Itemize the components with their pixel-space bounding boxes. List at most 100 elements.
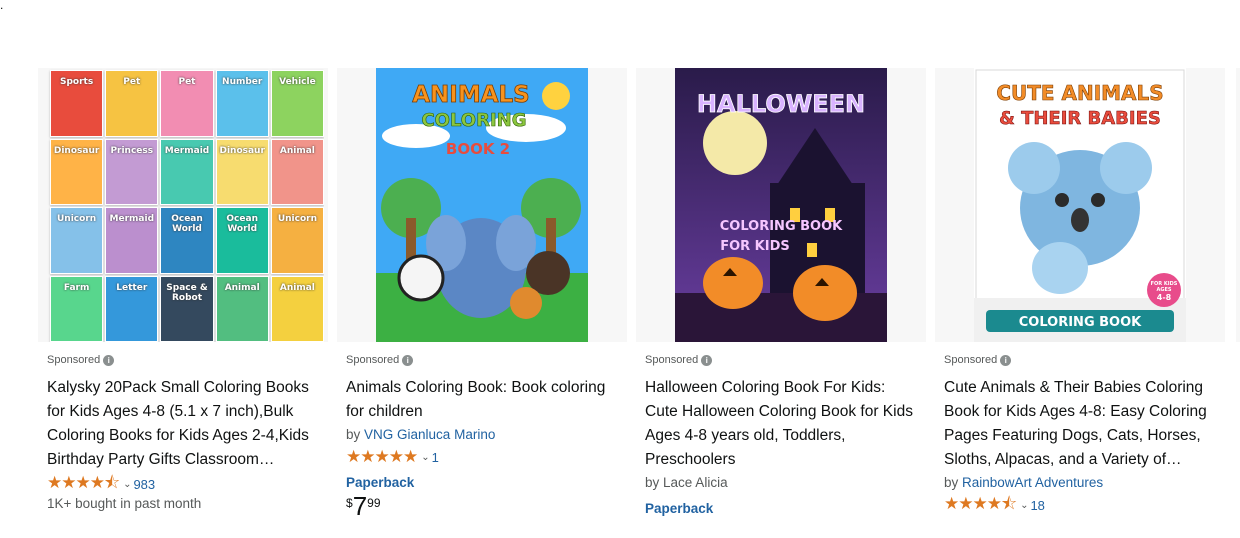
- author-link[interactable]: RainbowArt Adventures: [962, 475, 1103, 490]
- mini-book-title: Number: [222, 77, 263, 87]
- format-link[interactable]: Paperback: [645, 501, 917, 516]
- sponsored-text: Sponsored: [47, 354, 101, 366]
- mini-book-cover: Ocean World: [215, 207, 269, 274]
- rating-row[interactable]: ★★★★★ ⌄ 1: [346, 447, 618, 467]
- mini-book-cover: Unicorn: [270, 207, 324, 274]
- mini-book-cover: Pet: [105, 70, 159, 137]
- cover-title-line3: FOR KIDS: [720, 239, 790, 254]
- sponsored-label[interactable]: Sponsored i: [346, 352, 618, 368]
- product-title[interactable]: Kalysky 20Pack Small Coloring Books for …: [47, 376, 319, 472]
- mini-book-title: Pet: [123, 77, 141, 87]
- cover-title-line2: & THEIR BABIES: [999, 108, 1161, 129]
- mini-book-cover: Sports: [50, 70, 104, 137]
- star-rating-icon[interactable]: ★★★★★: [346, 447, 418, 467]
- star-rating-icon[interactable]: ★★★★⯪: [944, 491, 1017, 520]
- product-cover-image[interactable]: ANIMALS COLORING BOOK 2: [376, 68, 588, 342]
- format-link[interactable]: Paperback: [346, 475, 618, 490]
- product-image-box[interactable]: HALLOWEEN COLORING BOOK FOR KIDS: [636, 68, 926, 342]
- by-prefix: by: [346, 427, 361, 442]
- price-fraction: 99: [367, 496, 381, 510]
- rating-row[interactable]: ★★★★⯪ ⌄ 18: [944, 494, 1216, 515]
- mini-book-title: Dinosaur: [219, 145, 265, 156]
- mini-book-title: Ocean World: [171, 214, 203, 234]
- mini-book-cover: Unicorn: [50, 207, 104, 274]
- sponsored-label[interactable]: Sponsored i: [645, 352, 917, 368]
- mini-book-cover: Vehicle: [270, 70, 324, 137]
- product-cover-image[interactable]: Sports Pet Pet Number Vehicle Dinosaur Princes…: [42, 68, 324, 342]
- info-icon[interactable]: i: [402, 354, 414, 366]
- mini-book-cover: Letter: [105, 275, 159, 342]
- mini-book-cover: Number: [215, 70, 269, 137]
- mini-book-title: Animal: [279, 282, 315, 293]
- next-product-card-edge[interactable]: [1236, 68, 1240, 342]
- mini-book-title: Vehicle: [279, 77, 316, 87]
- mini-book-cover: Space & Robot: [160, 275, 214, 342]
- product-card[interactable]: ANIMALS COLORING BOOK 2 Sponsored i Anim…: [337, 68, 627, 538]
- cover-bottom-banner: COLORING BOOK: [1019, 315, 1142, 330]
- mini-book-title: Space & Robot: [166, 282, 208, 303]
- cover-title-line2: COLORING: [421, 110, 526, 131]
- by-prefix: by: [944, 475, 959, 490]
- product-title[interactable]: Animals Coloring Book: Book coloring for…: [346, 376, 618, 424]
- chevron-down-icon[interactable]: ⌄: [421, 452, 429, 463]
- product-title[interactable]: Cute Animals & Their Babies Coloring Boo…: [944, 376, 1216, 472]
- mini-book-title: Mermaid: [164, 145, 210, 156]
- cover-title-line2: COLORING BOOK: [720, 219, 843, 234]
- sponsored-label[interactable]: Sponsored i: [944, 352, 1216, 368]
- product-image-box[interactable]: Sports Pet Pet Number Vehicle Dinosaur Princes…: [38, 68, 328, 342]
- review-count[interactable]: 983: [133, 477, 155, 492]
- mini-book-cover: Farm: [50, 275, 104, 342]
- price-symbol: $: [346, 496, 353, 510]
- sponsored-text: Sponsored: [346, 354, 400, 366]
- top-dot: .: [0, 0, 4, 12]
- by-prefix: by: [645, 475, 660, 490]
- mini-book-cover: Animal: [270, 275, 324, 342]
- mini-book-title: Princess: [110, 145, 154, 156]
- info-icon[interactable]: i: [701, 354, 713, 366]
- cover-title-line3: BOOK 2: [446, 140, 510, 158]
- chevron-down-icon[interactable]: ⌄: [1020, 500, 1028, 511]
- cover-age-badge-line3: 4-8: [1157, 293, 1172, 302]
- author-link[interactable]: VNG Gianluca Marino: [364, 427, 495, 442]
- product-card[interactable]: Sports Pet Pet Number Vehicle Dinosaur Princes…: [38, 68, 328, 538]
- product-card[interactable]: HALLOWEEN COLORING BOOK FOR KIDS Sponsor…: [636, 68, 926, 538]
- product-image-box[interactable]: CUTE ANIMALS & THEIR BABIES COLORING BOO…: [935, 68, 1225, 342]
- mini-book-cover: Pet: [160, 70, 214, 137]
- mini-book-cover: Mermaid: [105, 207, 159, 274]
- review-count[interactable]: 1: [432, 450, 439, 465]
- chevron-down-icon[interactable]: ⌄: [123, 479, 131, 490]
- product-carousel: Sports Pet Pet Number Vehicle Dinosaur Princes…: [38, 68, 1225, 538]
- mini-book-cover: Princess: [105, 138, 159, 205]
- sponsored-text: Sponsored: [944, 354, 998, 366]
- mini-book-title: Farm: [63, 282, 90, 293]
- product-title[interactable]: Halloween Coloring Book For Kids: Cute H…: [645, 376, 917, 472]
- mini-book-title: Sports: [59, 77, 94, 87]
- mini-book-cover: Animal: [215, 275, 269, 342]
- mini-book-title: Ocean World: [226, 214, 258, 234]
- price-whole: 7: [352, 491, 368, 521]
- mini-book-cover: Animal: [270, 138, 324, 205]
- mini-book-cover: Dinosaur: [215, 138, 269, 205]
- mini-book-title: Animal: [279, 145, 315, 156]
- mini-book-cover: Mermaid: [160, 138, 214, 205]
- author-line: by VNG Gianluca Marino: [346, 425, 618, 445]
- author-name: Lace Alicia: [663, 475, 728, 490]
- product-image-box[interactable]: ANIMALS COLORING BOOK 2: [337, 68, 627, 342]
- product-card[interactable]: CUTE ANIMALS & THEIR BABIES COLORING BOO…: [935, 68, 1225, 538]
- price[interactable]: $ 7 99: [346, 492, 618, 520]
- info-icon[interactable]: i: [103, 354, 115, 366]
- product-cover-image[interactable]: HALLOWEEN COLORING BOOK FOR KIDS: [675, 68, 887, 342]
- mini-book-cover: Ocean World: [160, 207, 214, 274]
- info-icon[interactable]: i: [1000, 354, 1012, 366]
- mini-book-title: Letter: [116, 282, 148, 293]
- rating-row[interactable]: ★★★★⯪ ⌄ 983: [47, 473, 319, 494]
- coloring-books-collage: Sports Pet Pet Number Vehicle Dinosaur Princes…: [50, 70, 324, 342]
- sponsored-text: Sponsored: [645, 354, 699, 366]
- author-line: by Lace Alicia: [645, 473, 917, 493]
- mini-book-title: Unicorn: [277, 214, 317, 224]
- mini-book-title: Animal: [224, 282, 260, 293]
- sponsored-label[interactable]: Sponsored i: [47, 352, 319, 368]
- product-cover-image[interactable]: CUTE ANIMALS & THEIR BABIES COLORING BOO…: [974, 68, 1186, 342]
- review-count[interactable]: 18: [1030, 498, 1044, 513]
- cover-title-line1: HALLOWEEN: [697, 90, 865, 118]
